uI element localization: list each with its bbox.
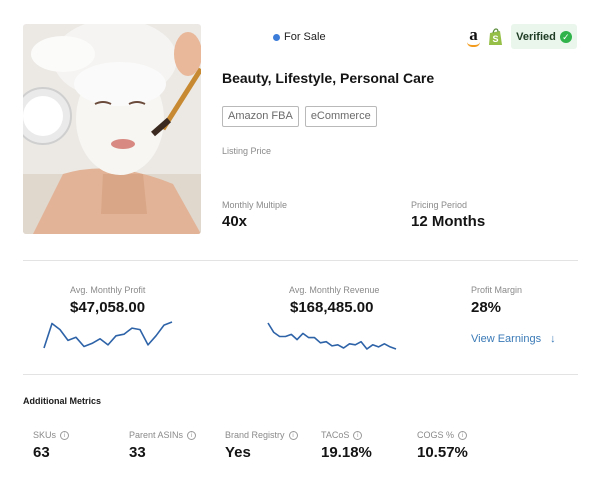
info-icon[interactable]: i (458, 431, 468, 440)
info-icon[interactable]: i (60, 431, 70, 440)
pricing-period-value: 12 Months (411, 213, 486, 230)
profit-sparkline (43, 321, 173, 349)
metric-value-parent-asins: 33 (129, 444, 146, 461)
metric-label-tacos: TACoS i (321, 430, 363, 440)
metric-value-tacos: 19.18% (321, 444, 372, 461)
verified-badge: Verified ✓ (511, 24, 577, 49)
monthly-multiple-value: 40x (222, 213, 248, 230)
monthly-multiple-label: Monthly Multiple (222, 200, 288, 210)
metric-value-skus: 63 (33, 444, 50, 461)
margin-label: Profit Margin (471, 285, 523, 295)
status-label: For Sale (284, 31, 326, 43)
svg-text:S: S (492, 34, 498, 44)
metric-value-brand-registry: Yes (225, 444, 251, 461)
profit-value: $47,058.00 (70, 299, 146, 316)
revenue-trend-line (267, 322, 397, 350)
listing-price-label: Listing Price (222, 146, 272, 156)
facial-mask-photo (23, 24, 201, 234)
info-icon[interactable]: i (353, 431, 363, 440)
metric-label-parent-asins: Parent ASINs i (129, 430, 197, 440)
profit-trend-line (43, 321, 173, 349)
revenue-value: $168,485.00 (290, 299, 374, 316)
verified-label: Verified (516, 30, 556, 43)
amazon-icon: a (465, 26, 482, 47)
view-earnings-label: View Earnings (471, 333, 542, 345)
metric-label-cogs: COGS % i (417, 430, 468, 440)
tag-list: Amazon FBA eCommerce (222, 106, 377, 127)
status-dot-icon (273, 33, 280, 41)
metric-label-brand-registry: Brand Registry i (225, 430, 298, 440)
shopify-icon: S (489, 28, 502, 45)
revenue-label: Avg. Monthly Revenue (289, 285, 380, 295)
listing-title: Beauty, Lifestyle, Personal Care (222, 70, 435, 86)
check-circle-icon: ✓ (559, 30, 572, 43)
product-photo (23, 24, 201, 234)
arrow-down-icon: ↓ (550, 333, 556, 345)
divider-bottom (23, 374, 578, 375)
tag-ecommerce: eCommerce (304, 106, 377, 127)
info-icon[interactable]: i (187, 431, 197, 440)
tag-amazon-fba: Amazon FBA (222, 106, 299, 127)
margin-value: 28% (471, 299, 502, 316)
divider-top (23, 260, 578, 261)
profit-label: Avg. Monthly Profit (70, 285, 146, 295)
info-icon[interactable]: i (288, 431, 298, 440)
marketplace-icons: a S (465, 26, 503, 47)
sale-status: For Sale (273, 31, 326, 43)
additional-metrics-title: Additional Metrics (23, 396, 102, 406)
pricing-period-label: Pricing Period (411, 200, 468, 210)
metric-label-skus: SKUs i (33, 430, 70, 440)
revenue-sparkline (267, 322, 397, 350)
metric-value-cogs: 10.57% (417, 444, 468, 461)
view-earnings-link[interactable]: View Earnings ↓ (471, 333, 556, 345)
